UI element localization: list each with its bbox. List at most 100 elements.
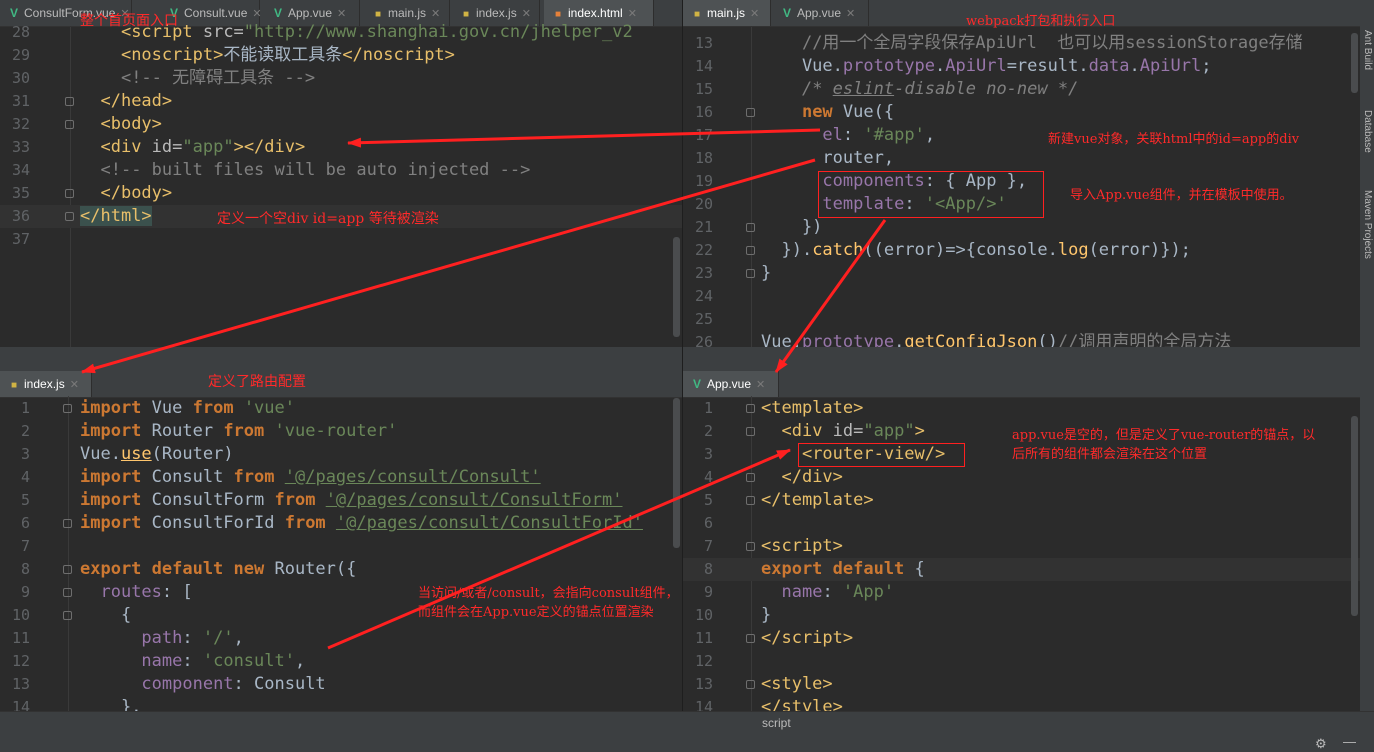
fold-marker-icon[interactable] bbox=[65, 97, 74, 106]
fold-marker-icon[interactable] bbox=[65, 120, 74, 129]
code-line[interactable]: 5 </template> bbox=[683, 489, 1360, 512]
tool-ant-build[interactable]: Ant Build bbox=[1362, 30, 1373, 70]
fold-marker-icon[interactable] bbox=[65, 212, 74, 221]
code-line[interactable]: 13 component: Consult bbox=[0, 673, 682, 696]
fold-marker-icon[interactable] bbox=[746, 108, 755, 117]
editor-router-index-js[interactable]: 1 import Vue from 'vue' 2 import Router fro… bbox=[0, 396, 682, 711]
fold-marker-icon[interactable] bbox=[746, 269, 755, 278]
code-line[interactable]: 26 Vue.prototype.getConfigJson()//调用声明的全局… bbox=[683, 331, 1360, 347]
code-line[interactable]: 1 import Vue from 'vue' bbox=[0, 397, 682, 420]
minimize-icon[interactable]: — bbox=[1343, 734, 1356, 749]
line-number: 5 bbox=[20, 491, 30, 509]
code-line[interactable]: 7 bbox=[0, 535, 682, 558]
fold-marker-icon[interactable] bbox=[746, 496, 755, 505]
fold-marker-icon[interactable] bbox=[63, 588, 72, 597]
code-line[interactable]: 5 import ConsultForm from '@/pages/consul… bbox=[0, 489, 682, 512]
code-line[interactable]: 34 <!-- built files will be auto injecte… bbox=[0, 159, 682, 182]
code-line[interactable]: 12 bbox=[683, 650, 1360, 673]
vertical-scrollbar[interactable] bbox=[673, 237, 680, 337]
code-line[interactable]: 35 </body> bbox=[0, 182, 682, 205]
code-line[interactable]: 13 //用一个全局字段保存ApiUrl 也可以用sessionStorage存… bbox=[683, 32, 1360, 55]
code-line[interactable]: 14 </style> bbox=[683, 696, 1360, 711]
code-line[interactable]: 16 new Vue({ bbox=[683, 101, 1360, 124]
code-line[interactable]: 29 <noscript>不能读取工具条</noscript> bbox=[0, 44, 682, 67]
fold-marker-icon[interactable] bbox=[746, 634, 755, 643]
code-line[interactable]: 8 export default { bbox=[683, 558, 1360, 581]
line-number: 36 bbox=[11, 207, 30, 225]
pane-router-index-js: ■ index.js ✕ 1 import Vue from 'vue' 2 import… bbox=[0, 371, 682, 711]
close-icon[interactable]: ✕ bbox=[337, 8, 346, 20]
code-line[interactable]: 13 <style> bbox=[683, 673, 1360, 696]
code-line[interactable]: 4 </div> bbox=[683, 466, 1360, 489]
fold-marker-icon[interactable] bbox=[63, 519, 72, 528]
code-text: import ConsultForm from '@/pages/consult… bbox=[80, 490, 623, 510]
code-line[interactable]: 14 Vue.prototype.ApiUrl=result.data.ApiU… bbox=[683, 55, 1360, 78]
fold-marker-icon[interactable] bbox=[746, 246, 755, 255]
fold-marker-icon[interactable] bbox=[746, 542, 755, 551]
code-line[interactable]: 2 import Router from 'vue-router' bbox=[0, 420, 682, 443]
annotation-new-vue: 新建vue对象，关联html中的id=app的div bbox=[1048, 132, 1300, 147]
vertical-scrollbar[interactable] bbox=[1351, 33, 1358, 93]
vertical-scrollbar[interactable] bbox=[673, 398, 680, 548]
line-number: 30 bbox=[11, 69, 30, 87]
tab-app-vue[interactable]: V App.vue ✕ bbox=[683, 371, 779, 397]
code-line[interactable]: 10} bbox=[683, 604, 1360, 627]
code-line[interactable]: 1 <template> bbox=[683, 397, 1360, 420]
settings-gear-icon[interactable]: ⚙ bbox=[1315, 736, 1327, 752]
line-number: 35 bbox=[11, 184, 30, 202]
code-line[interactable]: 18 router, bbox=[683, 147, 1360, 170]
close-icon[interactable]: ✕ bbox=[431, 8, 440, 20]
tab-app-vue[interactable]: V App.vue ✕ bbox=[773, 0, 869, 26]
fold-marker-icon[interactable] bbox=[63, 611, 72, 620]
fold-marker-icon[interactable] bbox=[63, 404, 72, 413]
tool-maven-projects[interactable]: Maven Projects bbox=[1362, 190, 1373, 259]
code-line[interactable]: 4 import Consult from '@/pages/consult/Co… bbox=[0, 466, 682, 489]
line-number: 11 bbox=[11, 629, 30, 647]
close-icon[interactable]: ✕ bbox=[70, 379, 79, 391]
breadcrumb[interactable]: script bbox=[762, 716, 791, 730]
code-line[interactable]: 9 name: 'App' bbox=[683, 581, 1360, 604]
code-line[interactable]: 32 <body> bbox=[0, 113, 682, 136]
horizontal-splitter[interactable] bbox=[0, 347, 1360, 371]
code-line[interactable]: 12 name: 'consult', bbox=[0, 650, 682, 673]
tab-index-js[interactable]: ■ index.js ✕ bbox=[0, 371, 92, 397]
close-icon[interactable]: ✕ bbox=[628, 8, 637, 20]
code-line[interactable]: 11 path: '/', bbox=[0, 627, 682, 650]
code-line[interactable]: 14 }, bbox=[0, 696, 682, 711]
fold-marker-icon[interactable] bbox=[746, 223, 755, 232]
code-line[interactable]: 31 </head> bbox=[0, 90, 682, 113]
code-line[interactable]: 33 <div id="app"></div> bbox=[0, 136, 682, 159]
fold-marker-icon[interactable] bbox=[65, 189, 74, 198]
fold-marker-icon[interactable] bbox=[746, 680, 755, 689]
code-line[interactable]: 37 bbox=[0, 228, 682, 251]
code-line[interactable]: 6 bbox=[683, 512, 1360, 535]
code-line[interactable]: 23} bbox=[683, 262, 1360, 285]
fold-marker-icon[interactable] bbox=[746, 473, 755, 482]
code-line[interactable]: 3 Vue.use(Router) bbox=[0, 443, 682, 466]
close-icon[interactable]: ✕ bbox=[756, 379, 765, 391]
code-line[interactable]: 15 /* eslint-disable no-new */ bbox=[683, 78, 1360, 101]
vertical-scrollbar[interactable] bbox=[1351, 416, 1358, 616]
code-line[interactable]: 21 }) bbox=[683, 216, 1360, 239]
code-line[interactable]: 30 <!-- 无障碍工具条 --> bbox=[0, 67, 682, 90]
line-number: 31 bbox=[11, 92, 30, 110]
code-line[interactable]: 25 bbox=[683, 308, 1360, 331]
close-icon[interactable]: ✕ bbox=[522, 8, 531, 20]
code-line[interactable]: 6 import ConsultForId from '@/pages/consu… bbox=[0, 512, 682, 535]
code-line[interactable]: 22 }).catch((error)=>{console.log(error)… bbox=[683, 239, 1360, 262]
tab-main-js[interactable]: ■ main.js ✕ bbox=[683, 0, 771, 26]
fold-marker-icon[interactable] bbox=[63, 565, 72, 574]
code-text: router, bbox=[761, 148, 895, 168]
tool-database[interactable]: Database bbox=[1362, 110, 1373, 153]
editor-index-html[interactable]: 28 <script src="http://www.shanghai.gov.… bbox=[0, 22, 682, 347]
fold-marker-icon[interactable] bbox=[746, 427, 755, 436]
code-line[interactable]: 7 <script> bbox=[683, 535, 1360, 558]
code-line[interactable]: 8 export default new Router({ bbox=[0, 558, 682, 581]
code-line[interactable]: 11 </script> bbox=[683, 627, 1360, 650]
vertical-splitter[interactable] bbox=[682, 0, 683, 711]
close-icon[interactable]: ✕ bbox=[846, 8, 855, 20]
close-icon[interactable]: ✕ bbox=[252, 8, 261, 20]
close-icon[interactable]: ✕ bbox=[750, 8, 759, 20]
fold-marker-icon[interactable] bbox=[746, 404, 755, 413]
code-line[interactable]: 24 bbox=[683, 285, 1360, 308]
